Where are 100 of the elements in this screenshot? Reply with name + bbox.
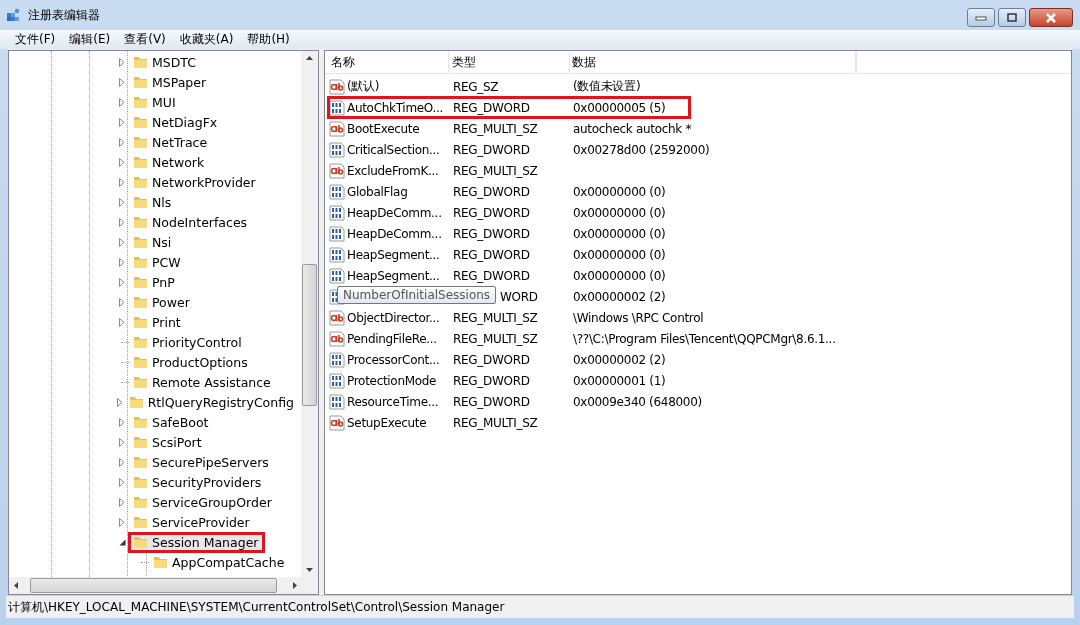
tree-item[interactable]: Power	[128, 291, 197, 313]
value-name[interactable]: AutoChkTimeO...	[347, 100, 444, 115]
expand-arrow-icon[interactable]	[119, 277, 125, 287]
value-name[interactable]: HeapSegment...	[347, 268, 440, 283]
expand-arrow-icon[interactable]	[119, 197, 125, 207]
expand-arrow-icon[interactable]	[119, 457, 125, 467]
close-button[interactable]	[1029, 8, 1073, 27]
expand-arrow-icon[interactable]	[119, 297, 125, 307]
scroll-down-icon[interactable]	[306, 568, 313, 572]
value-name[interactable]: ExcludeFromK...	[347, 163, 439, 178]
menu-item[interactable]: 收藏夹(A)	[172, 31, 241, 48]
tree-item[interactable]: Remote Assistance	[128, 371, 278, 393]
tree-item[interactable]: NetDiagFx	[128, 111, 225, 133]
tree-item[interactable]: PCW	[128, 251, 188, 273]
value-type: REG_MULTI_SZ	[453, 331, 538, 346]
value-name[interactable]: ProtectionMode	[347, 373, 437, 388]
scrollbar-thumb[interactable]	[302, 264, 317, 406]
expand-arrow-icon[interactable]	[116, 397, 123, 407]
tree-item[interactable]: PnP	[128, 271, 182, 293]
expand-arrow-icon[interactable]	[119, 317, 125, 327]
scroll-right-icon[interactable]	[293, 582, 297, 589]
tree-item[interactable]: PriorityControl	[128, 331, 249, 353]
tree-item[interactable]: SafeBoot	[128, 411, 216, 433]
value-name[interactable]: GlobalFlag	[347, 184, 408, 199]
tree-item[interactable]: RtlQueryRegistryConfig	[123, 391, 301, 413]
tree-item[interactable]: SecurePipeServers	[128, 451, 276, 473]
value-type: REG_DWORD	[453, 100, 530, 115]
scroll-left-icon[interactable]	[14, 582, 18, 589]
tree-item[interactable]: ServiceGroupOrder	[128, 491, 279, 513]
tree-item[interactable]: ServiceProvider	[128, 511, 257, 533]
folder-icon	[133, 335, 148, 349]
collapse-arrow-icon[interactable]	[118, 538, 126, 546]
folder-icon	[133, 455, 148, 469]
window-title: 注册表编辑器	[28, 6, 100, 24]
maximize-button[interactable]	[998, 8, 1026, 27]
value-type: REG_DWORD	[453, 394, 530, 409]
value-data: 0x0009e340 (648000)	[573, 394, 702, 409]
expand-arrow-icon[interactable]	[119, 477, 125, 487]
folder-icon	[133, 415, 148, 429]
expand-arrow-icon[interactable]	[119, 157, 125, 167]
expand-arrow-icon[interactable]	[119, 77, 125, 87]
menu-item[interactable]: 编辑(E)	[62, 31, 118, 48]
tree-item[interactable]: MSPaper	[128, 71, 214, 93]
expand-arrow-icon[interactable]	[119, 417, 125, 427]
tree-item[interactable]: Network	[128, 151, 212, 173]
tree-item[interactable]: NetworkProvider	[128, 171, 263, 193]
expand-arrow-icon[interactable]	[119, 137, 125, 147]
scrollbar-thumb[interactable]	[30, 578, 277, 593]
value-type: REG_DWORD	[453, 184, 530, 199]
expand-arrow-icon[interactable]	[119, 437, 125, 447]
horizontal-scrollbar[interactable]	[9, 577, 318, 594]
menu-item[interactable]: 查看(V)	[117, 31, 173, 48]
value-type: REG_SZ	[453, 79, 499, 94]
value-name[interactable]: ProcessorCont...	[347, 352, 440, 367]
value-name[interactable]: CriticalSection...	[347, 142, 440, 157]
expand-arrow-icon[interactable]	[119, 217, 125, 227]
tree-item[interactable]: NodeInterfaces	[128, 211, 255, 233]
tree-item[interactable]: SecurityProviders	[128, 471, 269, 493]
menu-item[interactable]: 文件(F)	[8, 31, 63, 48]
tree-item[interactable]: MSDTC	[128, 51, 203, 73]
folder-icon	[133, 275, 148, 289]
tree-item[interactable]: NetTrace	[128, 131, 215, 153]
value-type: REG_DWORD	[453, 373, 530, 388]
value-name[interactable]: (默认)	[347, 78, 380, 95]
expand-arrow-icon[interactable]	[119, 57, 125, 67]
column-header[interactable]: 名称	[325, 51, 449, 73]
value-name[interactable]: HeapSegment...	[347, 247, 440, 262]
tree-item[interactable]: Nsi	[128, 231, 179, 253]
value-name[interactable]: PendingFileRe...	[347, 331, 437, 346]
column-header[interactable]: 数据	[570, 51, 856, 73]
value-type: REG_DWORD	[453, 268, 530, 283]
tree-item[interactable]: Print	[128, 311, 188, 333]
folder-icon	[133, 75, 148, 89]
scroll-up-icon[interactable]	[306, 56, 313, 60]
column-header[interactable]: 类型	[449, 51, 570, 73]
value-name[interactable]: HeapDeComm...	[347, 205, 442, 220]
tree-item[interactable]: MUI	[128, 91, 183, 113]
expand-arrow-icon[interactable]	[119, 177, 125, 187]
tree-item[interactable]: AppCompatCache	[148, 551, 292, 573]
expand-arrow-icon[interactable]	[119, 497, 125, 507]
expand-arrow-icon[interactable]	[119, 117, 125, 127]
tree-item[interactable]: ScsiPort	[128, 431, 209, 453]
expand-arrow-icon[interactable]	[119, 97, 125, 107]
expand-arrow-icon[interactable]	[119, 257, 125, 267]
value-name[interactable]: HeapDeComm...	[347, 226, 442, 241]
expand-arrow-icon[interactable]	[119, 237, 125, 247]
folder-icon	[128, 395, 144, 409]
value-name[interactable]: ObjectDirector...	[347, 310, 440, 325]
minimize-button[interactable]	[967, 8, 995, 27]
value-type: REG_DWORD	[453, 142, 530, 157]
tree-item[interactable]: Session Manager	[128, 531, 266, 553]
value-name[interactable]: BootExecute	[347, 121, 420, 136]
value-name[interactable]: ResourceTime...	[347, 394, 439, 409]
folder-icon	[133, 155, 148, 169]
tree-item[interactable]: Nls	[128, 191, 179, 213]
expand-arrow-icon[interactable]	[119, 517, 125, 527]
vertical-scrollbar[interactable]	[301, 51, 318, 577]
value-name[interactable]: SetupExecute	[347, 415, 427, 430]
menu-item[interactable]: 帮助(H)	[240, 31, 297, 48]
tree-item[interactable]: ProductOptions	[128, 351, 255, 373]
